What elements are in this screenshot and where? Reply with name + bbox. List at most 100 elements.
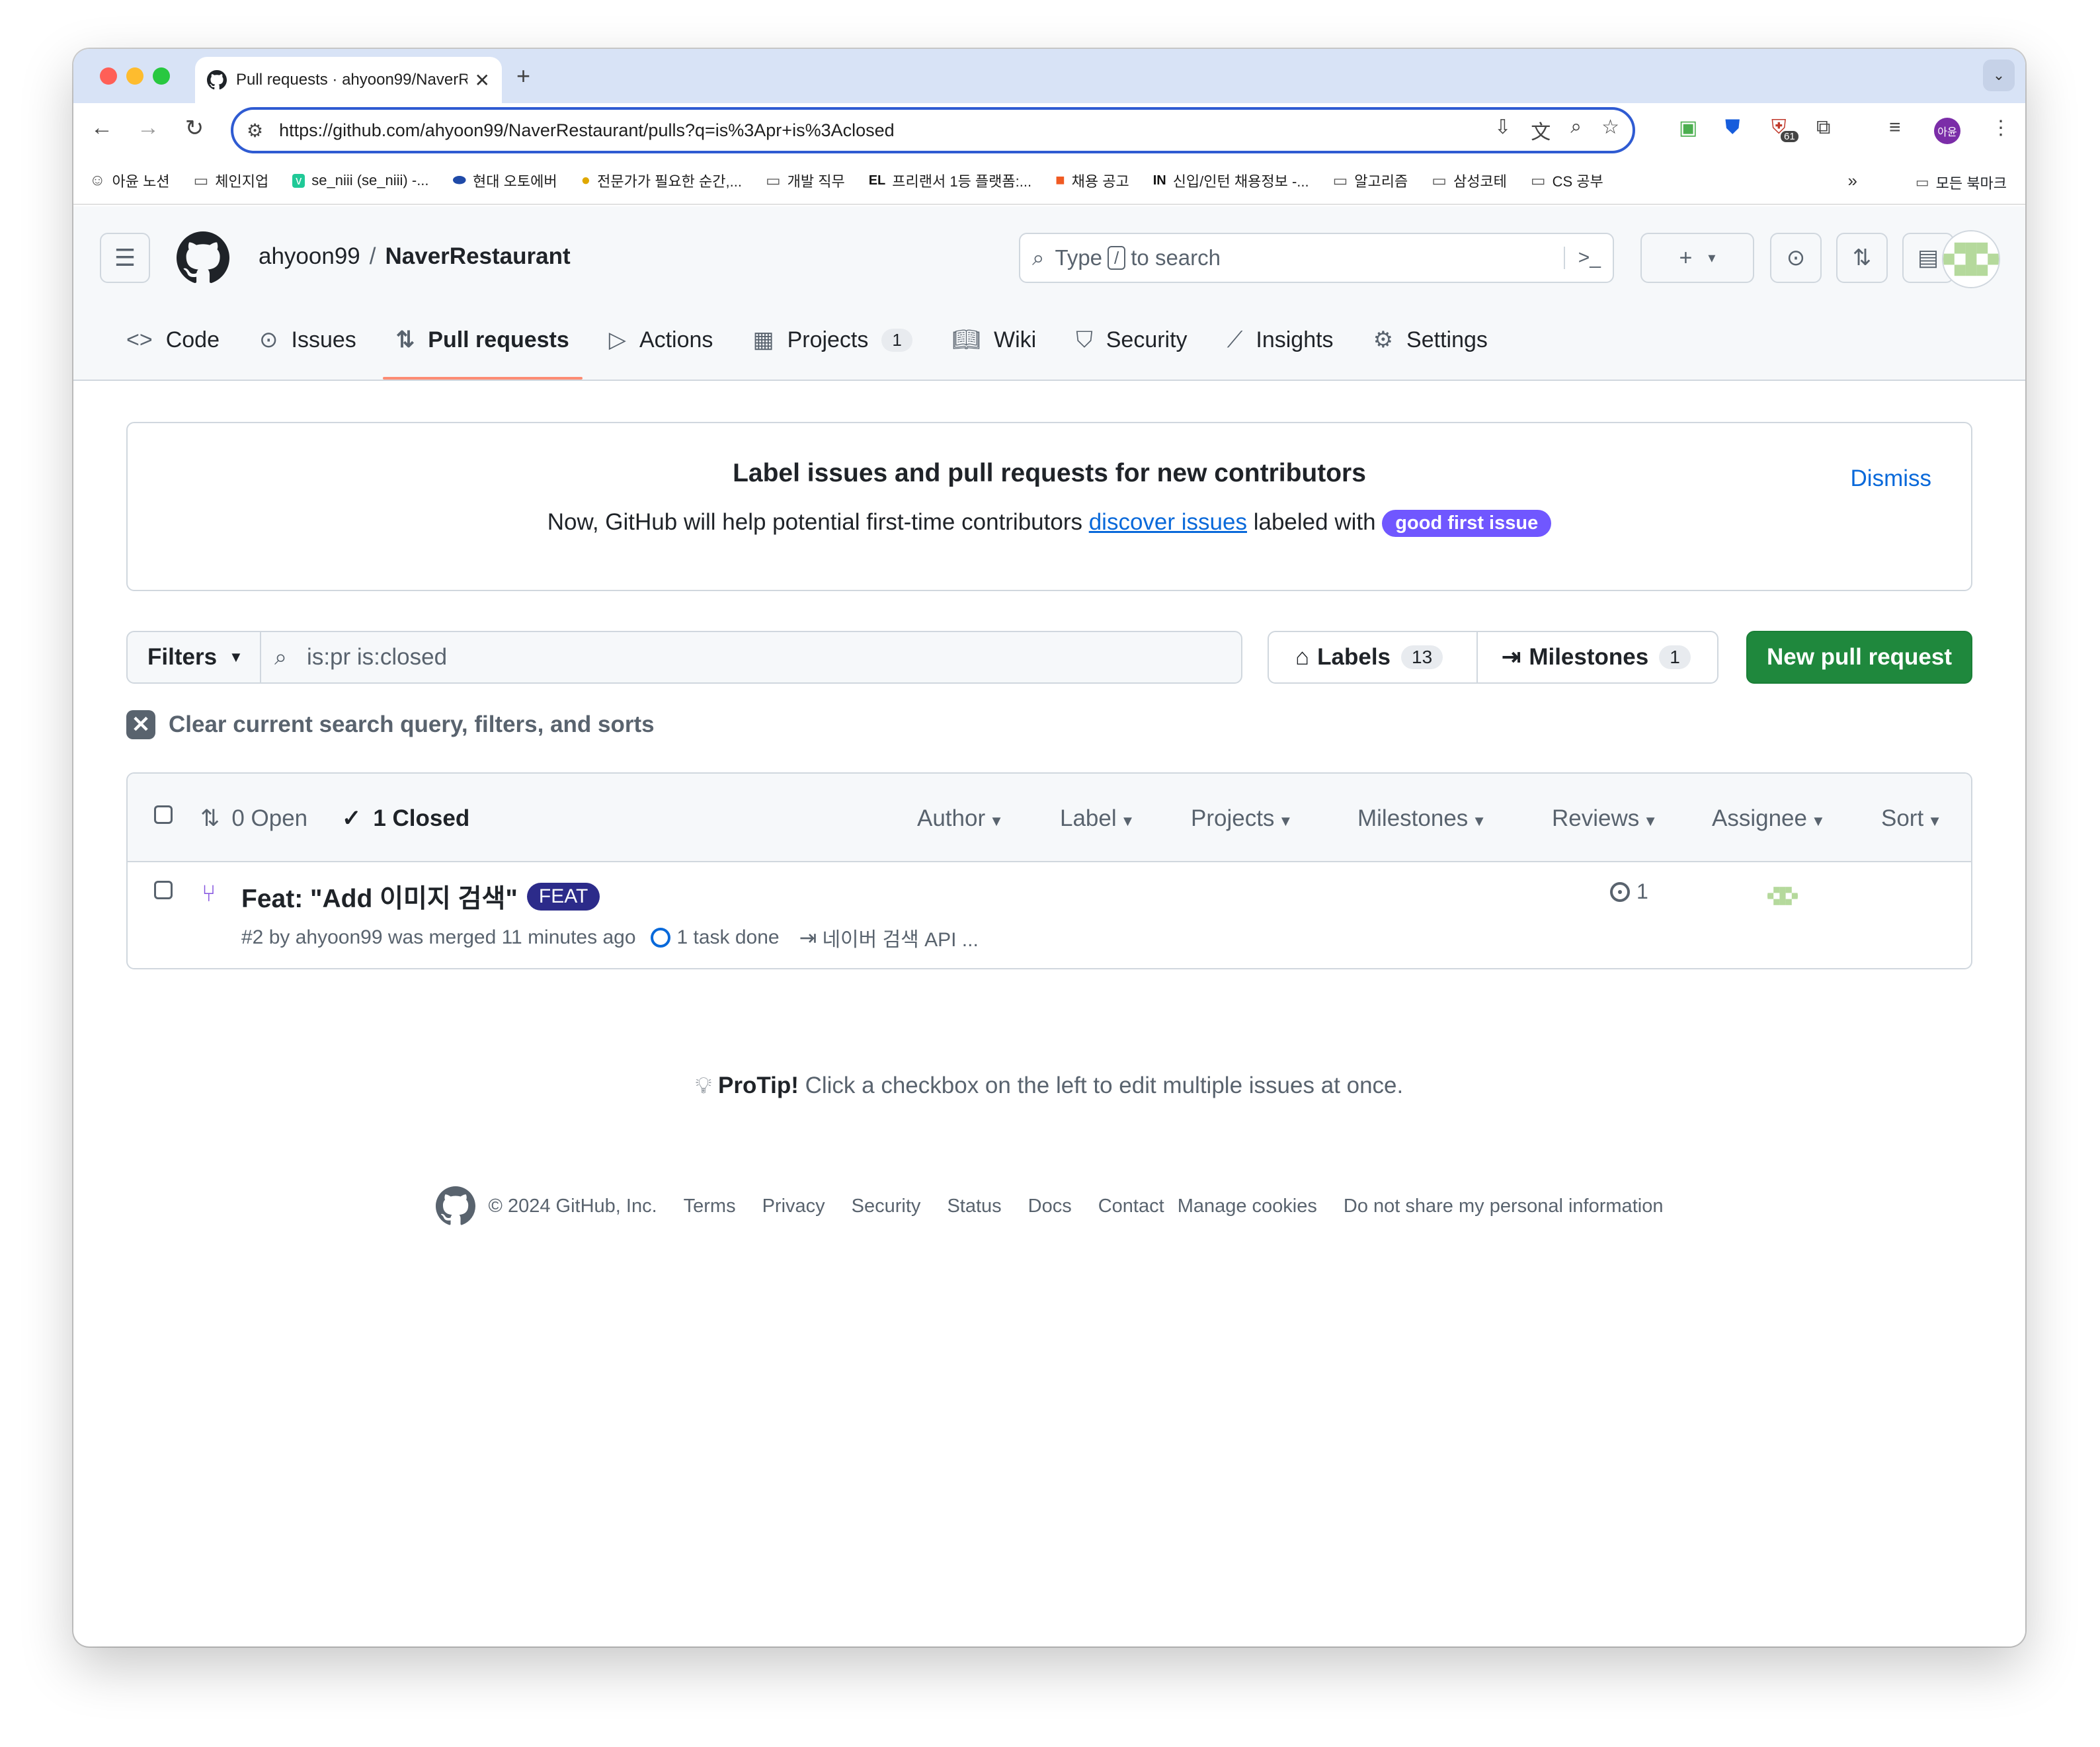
list-item[interactable]: ⑂ Feat: "Add 이미지 검색" FEAT #2 by ahyoon99…: [128, 861, 1971, 968]
translate-icon[interactable]: 文: [1531, 116, 1551, 145]
protip-strong: ProTip!: [718, 1073, 799, 1098]
bookmark-item[interactable]: EL 프리랜서 1등 플랫폼:...: [869, 170, 1031, 191]
new-pull-request-button[interactable]: New pull request: [1746, 631, 1972, 684]
browser-tab[interactable]: Pull requests · ahyoon99/NaverRestaurant…: [195, 57, 502, 103]
clear-filters-link[interactable]: ✕ Clear current search query, filters, a…: [126, 710, 655, 739]
bookmark-item[interactable]: ☺ 아윤 노션: [89, 170, 170, 191]
bookmark-label: 채용 공고: [1071, 173, 1129, 190]
forward-button[interactable]: →: [133, 115, 163, 141]
close-tab-icon[interactable]: ✕: [475, 69, 490, 91]
tab-actions[interactable]: ▷ Actions: [596, 319, 727, 361]
assignee-avatar[interactable]: [1767, 881, 1798, 911]
bookmark-item[interactable]: ▭ 개발 직무: [766, 170, 845, 191]
bookmark-item[interactable]: IN 신입/인턴 채용정보 -...: [1153, 170, 1309, 191]
bookmark-item[interactable]: ▭ 삼성코테: [1432, 170, 1507, 191]
bookmark-item[interactable]: ⬬ 현대 오토에버: [453, 170, 557, 191]
sort-dropdown[interactable]: Sort ▼: [1881, 805, 1942, 832]
pull-requests-icon[interactable]: ⇅: [1836, 233, 1888, 283]
tab-projects[interactable]: ▦ Projects 1: [739, 319, 925, 361]
bookmark-item[interactable]: v se_niii (se_niii) -...: [292, 172, 429, 189]
bookmark-star-icon[interactable]: ☆: [1601, 116, 1619, 145]
bookmark-item[interactable]: ■ 채용 공고: [1055, 170, 1129, 191]
footer-link-do-not-share[interactable]: Do not share my personal information: [1344, 1196, 1664, 1217]
tab-settings[interactable]: ⚙ Settings: [1360, 319, 1501, 361]
footer-link-contact[interactable]: Contact: [1098, 1196, 1164, 1217]
more-bookmarks-icon[interactable]: »: [1848, 171, 1857, 191]
labels-button[interactable]: ⌂ Labels 13: [1268, 631, 1478, 684]
footer-link-privacy[interactable]: Privacy: [762, 1196, 825, 1217]
discover-issues-link[interactable]: discover issues: [1089, 509, 1247, 535]
hamburger-menu-icon[interactable]: ☰: [100, 233, 150, 283]
projects-dropdown[interactable]: Projects ▼: [1191, 805, 1293, 832]
zoom-icon[interactable]: ⌕: [1570, 116, 1582, 145]
tab-insights[interactable]: ⟋ Insights: [1214, 319, 1347, 361]
tab-search-chevron-icon[interactable]: ⌄: [1983, 60, 2015, 91]
tab-wiki[interactable]: 📖︎ Wiki: [939, 319, 1049, 361]
feat-label[interactable]: FEAT: [526, 883, 600, 911]
profile-avatar[interactable]: 아윤: [1934, 118, 1960, 144]
new-tab-button[interactable]: +: [516, 62, 530, 90]
tab-pull-requests[interactable]: ⇅ Pull requests: [382, 319, 583, 380]
closed-filter-link[interactable]: ✓ 1 Closed: [342, 805, 469, 832]
pr-title-link[interactable]: Feat: "Add 이미지 검색": [241, 878, 518, 915]
good-first-issue-label[interactable]: good first issue: [1382, 510, 1552, 538]
address-bar[interactable]: ⚙ https://github.com/ahyoon99/NaverResta…: [231, 107, 1635, 153]
tab-code[interactable]: <> Code: [113, 319, 233, 361]
milestones-button[interactable]: ⇥ Milestones 1: [1476, 631, 1718, 684]
bookmark-item[interactable]: ▭ CS 공부: [1531, 170, 1603, 191]
extensions-puzzle-icon[interactable]: ⧉: [1816, 116, 1830, 139]
install-app-icon[interactable]: ⇩: [1494, 116, 1511, 145]
milestone-link[interactable]: 네이버 검색 API ...: [822, 923, 978, 952]
back-button[interactable]: ←: [87, 115, 117, 141]
dismiss-button[interactable]: Dismiss: [1851, 466, 1931, 492]
global-search-input[interactable]: ⌕ Type / to search >_: [1019, 233, 1614, 283]
command-palette-icon[interactable]: >_: [1563, 247, 1601, 269]
reading-list-icon[interactable]: ≡: [1889, 116, 1901, 139]
footer-link-terms[interactable]: Terms: [684, 1196, 736, 1217]
tab-issues[interactable]: ⊙ Issues: [246, 319, 370, 361]
label-dropdown[interactable]: Label ▼: [1060, 805, 1135, 832]
select-all-checkbox[interactable]: [154, 805, 173, 824]
assignee-dropdown[interactable]: Assignee ▼: [1712, 805, 1826, 832]
owner-link[interactable]: ahyoon99: [259, 243, 360, 269]
filters-dropdown[interactable]: Filters ▼: [126, 631, 261, 684]
reviews-dropdown[interactable]: Reviews ▼: [1552, 805, 1658, 832]
footer-link-security[interactable]: Security: [852, 1196, 921, 1217]
footer-link-status[interactable]: Status: [947, 1196, 1001, 1217]
create-new-button[interactable]: + ▾: [1640, 233, 1754, 283]
footer-link-manage-cookies[interactable]: Manage cookies: [1178, 1196, 1317, 1217]
bitwarden-icon[interactable]: ⛊: [1725, 116, 1740, 139]
milestones-dropdown[interactable]: Milestones ▼: [1357, 805, 1486, 832]
author-dropdown[interactable]: Author ▼: [917, 805, 1004, 832]
tab-label: Insights: [1256, 327, 1334, 352]
row-checkbox[interactable]: [154, 881, 173, 899]
repo-link[interactable]: NaverRestaurant: [385, 243, 571, 269]
issues-icon[interactable]: ⊙: [1770, 233, 1822, 283]
caret-down-icon: ▼: [1120, 813, 1135, 829]
in-icon: IN: [1152, 173, 1166, 188]
bookmark-item[interactable]: ▭ 알고리즘: [1333, 170, 1408, 191]
site-settings-icon[interactable]: ⚙: [247, 120, 263, 142]
github-mark-icon[interactable]: [435, 1186, 475, 1226]
search-placeholder-suffix: to search: [1131, 245, 1221, 270]
tab-security[interactable]: ⛉ Security: [1063, 319, 1200, 361]
zoom-window-button[interactable]: [153, 67, 170, 85]
chrome-menu-icon[interactable]: ⋮: [1991, 116, 2011, 140]
linked-issues[interactable]: 1: [1610, 879, 1648, 904]
close-window-button[interactable]: [100, 67, 117, 85]
extension-green-icon[interactable]: ▣: [1679, 116, 1697, 140]
footer-link-docs[interactable]: Docs: [1028, 1196, 1072, 1217]
github-logo-icon[interactable]: [177, 231, 229, 284]
bookmark-item[interactable]: ● 전문가가 필요한 순간,...: [581, 170, 742, 191]
user-avatar[interactable]: [1942, 230, 2000, 288]
url-text[interactable]: https://github.com/ahyoon99/NaverRestaur…: [279, 120, 895, 141]
search-input[interactable]: ⌕ is:pr is:closed: [260, 631, 1242, 684]
identicon-icon: [1767, 881, 1798, 911]
bookmark-item[interactable]: ▭ 체인지업: [194, 170, 269, 191]
book-icon: 📖︎: [951, 327, 981, 352]
all-bookmarks-folder[interactable]: ▭ 모든 북마크: [1916, 172, 2007, 193]
open-filter-link[interactable]: ⇅ 0 Open: [200, 805, 307, 832]
minimize-window-button[interactable]: [126, 67, 143, 85]
projects-count: 1: [881, 328, 912, 352]
reload-button[interactable]: ↻: [179, 115, 210, 142]
